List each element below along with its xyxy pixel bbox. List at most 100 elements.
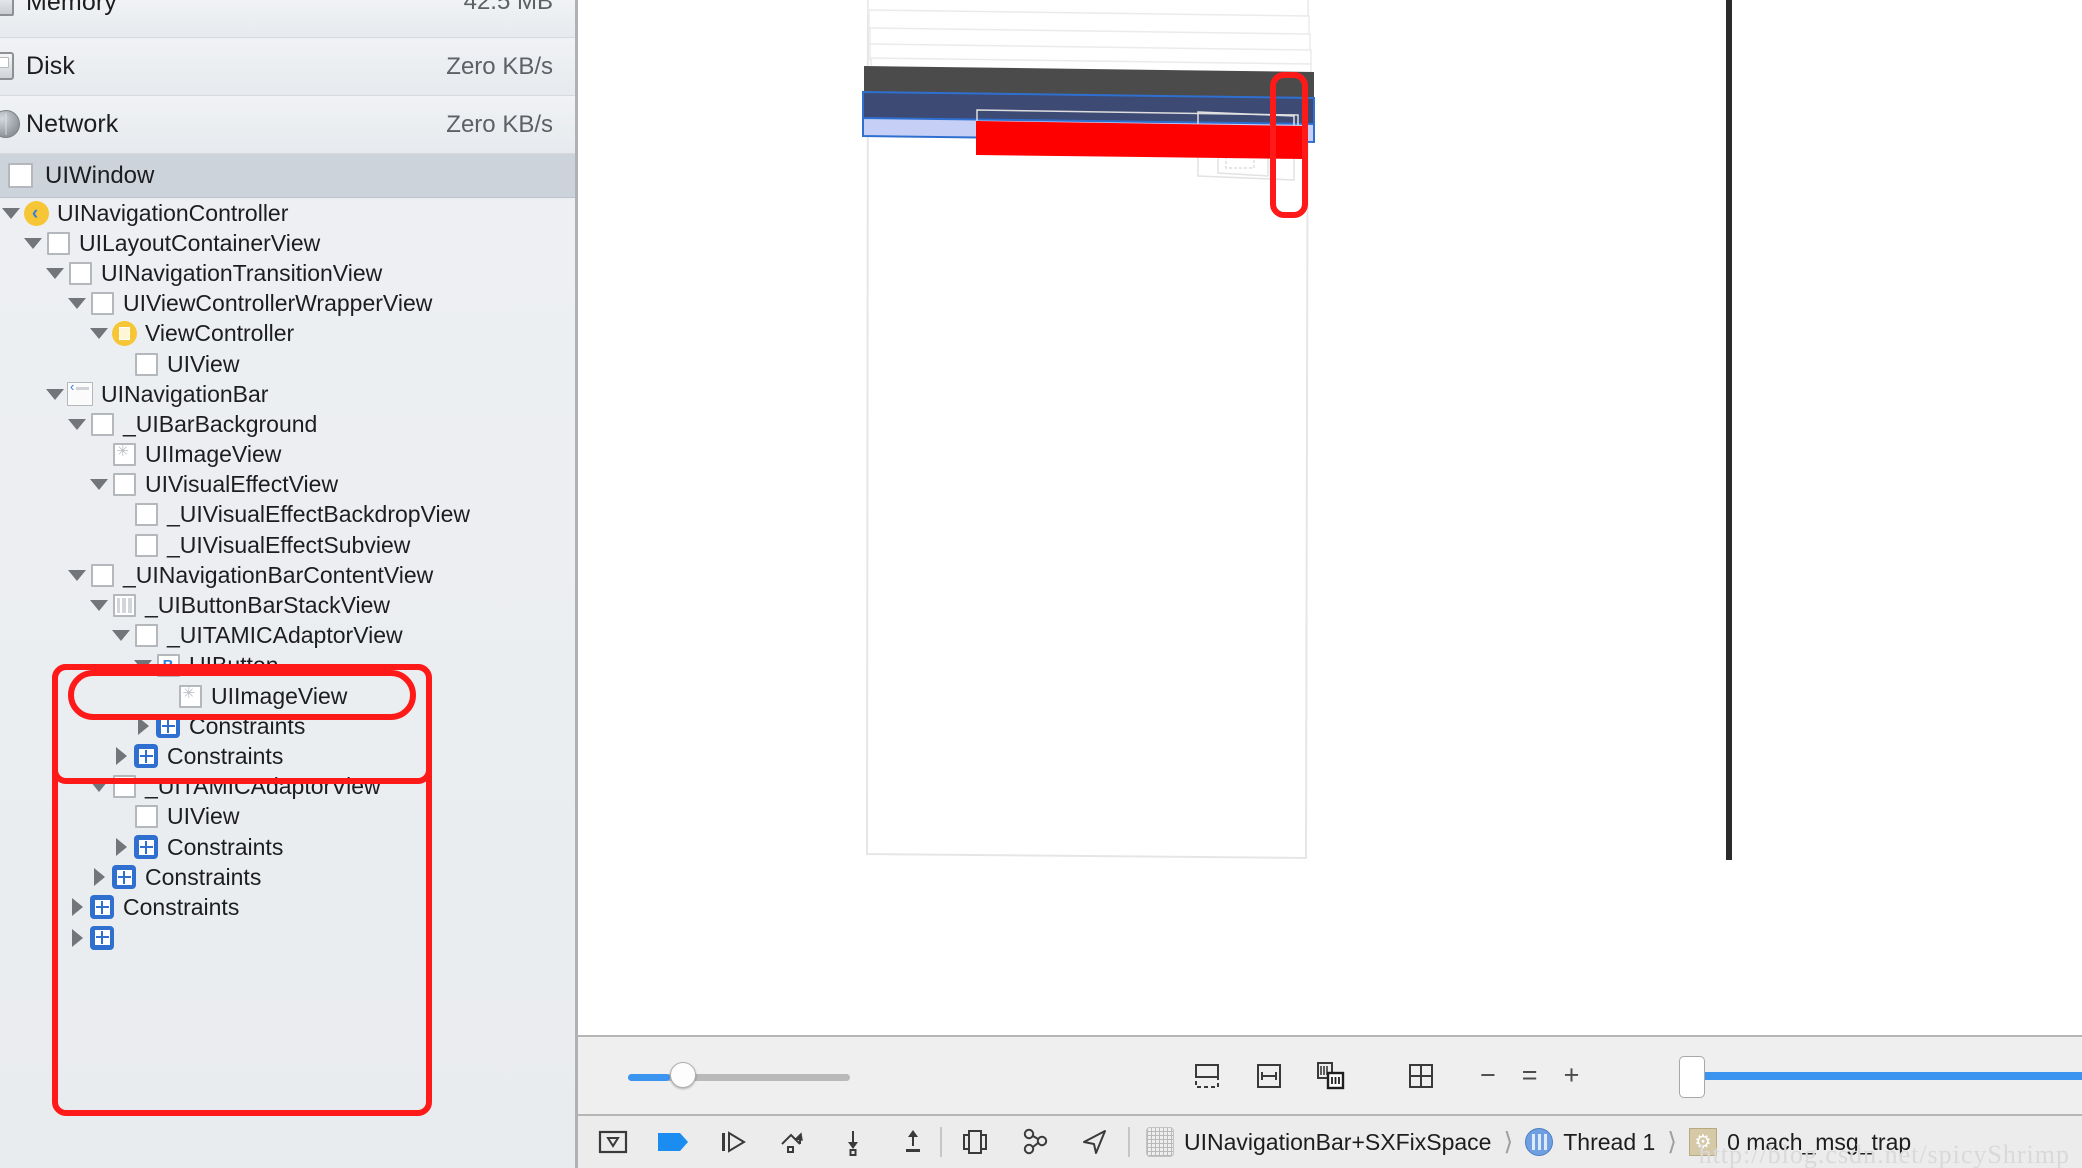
gauge-row-network[interactable]: Network Zero KB/s [0, 96, 575, 154]
debug-view-hierarchy-icon[interactable] [958, 1125, 992, 1159]
button-icon: B [154, 654, 182, 677]
tree-row[interactable] [0, 923, 575, 953]
tree-row[interactable]: Constraints [0, 862, 575, 892]
tree-row[interactable]: ViewController [0, 319, 575, 349]
tree-row[interactable]: UIViewControllerWrapperView [0, 289, 575, 319]
tree-row[interactable]: _UITAMICAdaptorView [0, 772, 575, 802]
range-slider[interactable] [1679, 1072, 2082, 1080]
chevron-right-icon[interactable] [110, 838, 132, 856]
view-debugger-canvas[interactable] [578, 0, 2082, 1035]
tree-row-label: _UINavigationBarContentView [123, 564, 433, 587]
tree-row[interactable]: Constraints [0, 832, 575, 862]
chevron-down-icon[interactable] [66, 419, 88, 430]
debug-memory-graph-icon[interactable] [1018, 1125, 1052, 1159]
step-out-icon[interactable] [896, 1125, 930, 1159]
tree-row-label: UINavigationController [57, 202, 288, 225]
tree-row[interactable]: _UITAMICAdaptorView [0, 621, 575, 651]
show-constraints-icon[interactable] [1252, 1059, 1286, 1093]
tree-row[interactable]: UIView [0, 802, 575, 832]
constraints-icon [132, 744, 160, 768]
debug-navigator-panel[interactable]: Memory 42.5 MB Disk Zero KB/s Network Ze… [0, 0, 578, 1168]
breakpoints-icon[interactable] [656, 1125, 690, 1159]
chevron-down-icon[interactable] [0, 208, 22, 219]
tree-row-label: Constraints [167, 836, 283, 859]
tree-row[interactable]: _UIBarBackground [0, 409, 575, 439]
slider-knob[interactable] [670, 1062, 696, 1088]
image-view-icon [110, 443, 138, 466]
slider-fill [628, 1074, 670, 1081]
tree-row[interactable]: Constraints [0, 892, 575, 922]
chevron-right-icon[interactable] [66, 898, 88, 916]
show-layers-icon[interactable] [1404, 1059, 1438, 1093]
chevron-down-icon[interactable] [44, 389, 66, 400]
view-hierarchy-tree[interactable]: ‹UINavigationControllerUILayoutContainer… [0, 198, 575, 953]
chevron-right-icon[interactable] [110, 747, 132, 765]
tree-row-label: UINavigationBar [101, 383, 268, 406]
tree-row[interactable]: BUIButton [0, 651, 575, 681]
range-slider-knob[interactable] [1679, 1056, 1705, 1098]
zoom-controls[interactable]: − = + [1480, 1062, 1579, 1089]
adjust-view-mode-icon[interactable] [1314, 1059, 1348, 1093]
watermark-text: http://blog.csdn.net/spicyShrimp [1699, 1140, 2070, 1168]
tree-row-label: UIImageView [145, 443, 281, 466]
show-clipped-content-icon[interactable] [1190, 1059, 1224, 1093]
tree-row[interactable]: ‹UINavigationController [0, 198, 575, 228]
gauge-row-disk[interactable]: Disk Zero KB/s [0, 38, 575, 96]
view-mode-buttons[interactable] [1190, 1059, 1438, 1093]
step-over-icon[interactable] [776, 1125, 810, 1159]
view-debugger-toolbar[interactable]: − = + [578, 1035, 2082, 1114]
simulate-location-icon[interactable] [1078, 1125, 1112, 1159]
tree-row-label: _UIVisualEffectSubview [167, 534, 410, 557]
debug-bar[interactable]: UINavigationBar+SXFixSpace ⟩ Thread 1 ⟩ … [578, 1114, 2082, 1168]
chevron-down-icon[interactable] [88, 479, 110, 490]
chevron-down-icon[interactable] [110, 630, 132, 641]
toolbar-separator [940, 1127, 942, 1157]
breadcrumb-item-thread[interactable]: Thread 1 [1563, 1129, 1655, 1156]
tree-row-label: UIView [167, 353, 239, 376]
gauge-row-memory[interactable]: Memory 42.5 MB [0, 0, 575, 38]
tree-row[interactable]: _UIVisualEffectSubview [0, 530, 575, 560]
gauge-label: Memory [26, 0, 117, 17]
view-square-icon [88, 413, 116, 436]
tree-row[interactable]: Constraints [0, 741, 575, 771]
breadcrumb-item-file[interactable]: UINavigationBar+SXFixSpace [1184, 1129, 1491, 1156]
tree-row[interactable]: _UIVisualEffectBackdropView [0, 500, 575, 530]
step-into-icon[interactable] [836, 1125, 870, 1159]
chevron-down-icon[interactable] [44, 268, 66, 279]
chevron-right-icon[interactable] [66, 929, 88, 947]
tree-row[interactable]: UILayoutContainerView [0, 228, 575, 258]
chevron-down-icon[interactable] [132, 660, 154, 671]
chevron-down-icon[interactable] [88, 600, 110, 611]
chevron-right-icon[interactable] [88, 868, 110, 886]
tree-row[interactable]: UIView [0, 349, 575, 379]
hide-debug-area-icon[interactable] [596, 1125, 630, 1159]
chevron-right-icon[interactable] [132, 717, 154, 735]
disk-icon [0, 52, 18, 82]
chevron-down-icon[interactable] [22, 238, 44, 249]
tree-row[interactable]: UINavigationBar [0, 379, 575, 409]
chevron-down-icon[interactable] [88, 328, 110, 339]
depth-slider[interactable] [628, 1071, 850, 1081]
tree-row-label: _UITAMICAdaptorView [145, 775, 381, 798]
zoom-actual-size-button[interactable]: = [1522, 1062, 1538, 1089]
tree-row-label: UIView [167, 805, 239, 828]
tree-row[interactable]: Constraints [0, 711, 575, 741]
memory-icon [0, 0, 18, 30]
tree-row[interactable]: _UIButtonBarStackView [0, 590, 575, 620]
constraints-icon [110, 865, 138, 889]
tree-row-uiwindow[interactable]: UIWindow [0, 154, 575, 198]
constraints-icon [132, 835, 160, 859]
xcode-view-debugger-window: Memory 42.5 MB Disk Zero KB/s Network Ze… [0, 0, 2082, 1168]
tree-row[interactable]: _UINavigationBarContentView [0, 560, 575, 590]
zoom-in-button[interactable]: + [1564, 1062, 1580, 1089]
continue-icon[interactable] [716, 1125, 750, 1159]
zoom-out-button[interactable]: − [1480, 1062, 1496, 1089]
chevron-down-icon[interactable] [66, 298, 88, 309]
chevron-down-icon[interactable] [66, 570, 88, 581]
tree-row[interactable]: UIImageView [0, 440, 575, 470]
chevron-down-icon[interactable] [88, 781, 110, 792]
tree-row[interactable]: UIVisualEffectView [0, 470, 575, 500]
tree-row[interactable]: UIImageView [0, 681, 575, 711]
image-view-icon [176, 685, 204, 708]
tree-row[interactable]: UINavigationTransitionView [0, 258, 575, 288]
